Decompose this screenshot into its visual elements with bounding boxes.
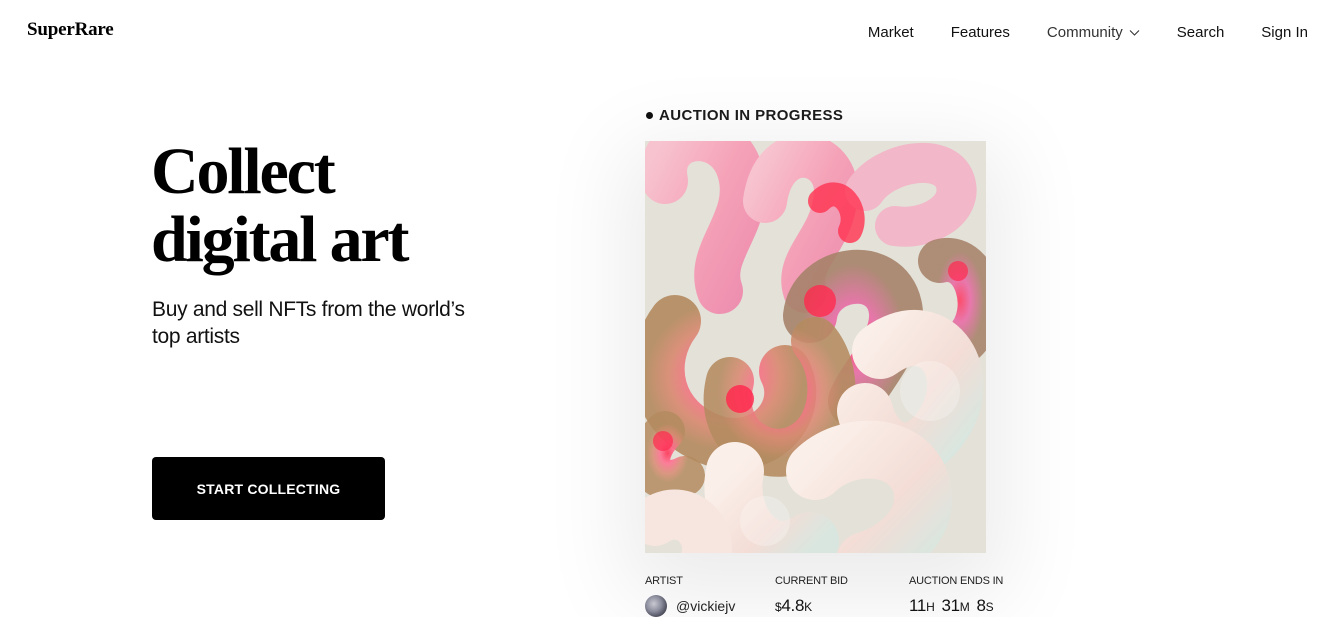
artist-avatar (645, 595, 667, 617)
countdown-minutes-unit: M (959, 600, 970, 614)
top-nav: Market Features Community Search Sign In (868, 22, 1308, 42)
artist-handle: @vickiejv (676, 598, 736, 614)
artist-label: ARTIST (645, 575, 683, 587)
artist-link[interactable]: @vickiejv (645, 595, 735, 617)
current-bid-value: $4.8K (775, 596, 848, 616)
current-bid-block: CURRENT BID $4.8K (775, 575, 848, 616)
nav-market[interactable]: Market (868, 24, 914, 41)
hero-title: Collect digital art (151, 138, 531, 274)
hero-title-line-1: Collect (151, 135, 336, 208)
auction-ends-block: AUCTION ENDS IN 11H 31M 8S (909, 575, 1003, 616)
countdown-minutes: 31 (941, 596, 960, 615)
countdown-hours-unit: H (926, 600, 935, 614)
countdown-timer: 11H 31M 8S (909, 596, 1003, 616)
auction-ends-label: AUCTION ENDS IN (909, 575, 1004, 587)
nav-community-label: Community (1046, 23, 1123, 41)
hero-subtitle: Buy and sell NFTs from the world’s top a… (152, 298, 465, 348)
live-dot-icon (646, 112, 653, 119)
featured-artwork[interactable] (645, 141, 986, 553)
current-bid-label: CURRENT BID (775, 575, 848, 587)
nav-community[interactable]: Community (1047, 24, 1140, 41)
bid-amount: 4.8 (781, 596, 805, 615)
nav-search[interactable]: Search (1177, 24, 1225, 41)
hero-title-line-2: digital art (151, 203, 409, 276)
countdown-seconds: 8 (976, 596, 986, 615)
artwork-image (645, 141, 986, 553)
countdown-seconds-unit: S (985, 600, 994, 614)
chevron-down-icon (1129, 27, 1140, 38)
auction-status-label: AUCTION IN PROGRESS (659, 107, 844, 124)
nav-features[interactable]: Features (951, 24, 1010, 41)
bid-unit: K (804, 600, 812, 614)
countdown-hours: 11 (909, 596, 927, 615)
start-collecting-button[interactable]: START COLLECTING (152, 457, 385, 520)
page: SuperRare Market Features Community Sear… (0, 0, 1335, 617)
auction-status: AUCTION IN PROGRESS (646, 107, 843, 124)
artist-block: ARTIST @vickiejv (645, 575, 735, 617)
nav-sign-in[interactable]: Sign In (1261, 24, 1308, 41)
logo[interactable]: SuperRare (27, 19, 114, 41)
